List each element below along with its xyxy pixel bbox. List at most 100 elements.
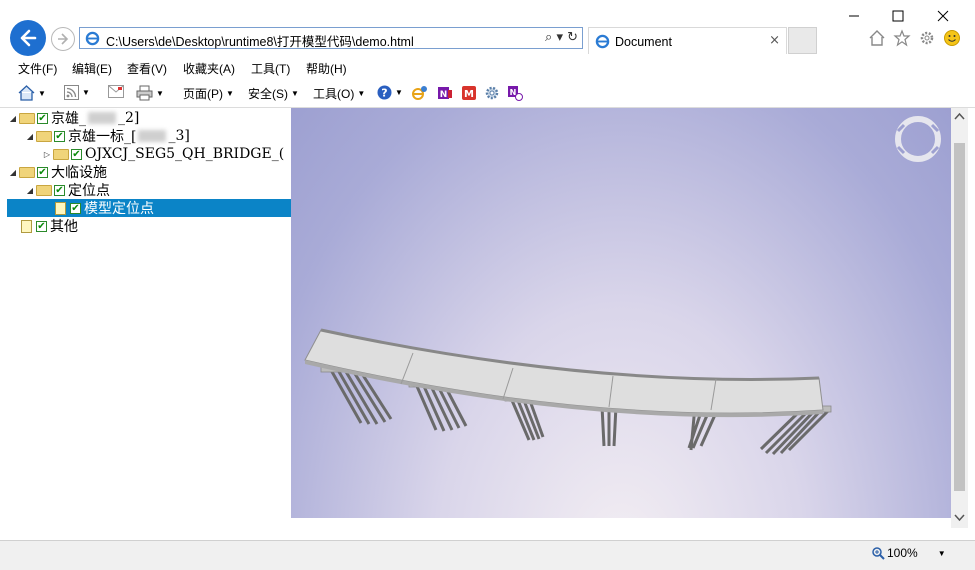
redacted-text <box>138 130 167 142</box>
zoom-icon <box>872 546 885 560</box>
tab-document[interactable]: Document × <box>588 27 787 54</box>
favorites-button[interactable] <box>891 27 913 49</box>
addon-m-button[interactable]: M <box>461 85 477 101</box>
back-button[interactable] <box>10 20 46 56</box>
onenote-button[interactable]: N <box>437 85 453 101</box>
viewer-bottom-gap <box>291 518 951 528</box>
window-edge <box>968 108 975 540</box>
mail-command[interactable] <box>108 85 124 98</box>
menu-bar: 文件(F) 编辑(E) 查看(V) 收藏夹(A) 工具(T) 帮助(H) <box>0 58 975 80</box>
folder-icon <box>53 148 69 160</box>
tree-node-label: 大临设施 <box>51 165 107 181</box>
addon-gear-button[interactable] <box>484 85 500 101</box>
tree-node-label: 模型定位点 <box>84 201 154 217</box>
tab-title: Document <box>615 35 672 49</box>
tree-node[interactable]: ◢ ✔ 京雄_ _2] <box>7 109 139 127</box>
ie-tab-icon <box>595 34 610 49</box>
tools-label: 工具(O) <box>313 87 355 101</box>
document-icon <box>55 201 66 215</box>
menu-file[interactable]: 文件(F) <box>18 60 57 77</box>
tree-node[interactable]: ▷ ✔ OJXCJ_SEG5_QH_BRIDGE_( <box>41 145 284 163</box>
bridge-model <box>304 116 941 456</box>
home-command[interactable]: ▼ <box>18 85 46 101</box>
checkbox[interactable]: ✔ <box>71 148 82 160</box>
menu-favorites[interactable]: 收藏夹(A) <box>183 60 235 77</box>
print-command[interactable]: ▼ <box>136 85 164 101</box>
safety-label: 安全(S) <box>248 87 288 101</box>
expanded-arrow-icon[interactable]: ◢ <box>24 132 36 141</box>
search-refresh-icons[interactable]: ⌕ ▾ ↻ <box>545 30 578 45</box>
tree-node-label: OJXCJ_SEG5_QH_BRIDGE_( <box>85 146 285 162</box>
close-icon <box>937 10 949 22</box>
menu-help[interactable]: 帮助(H) <box>306 60 347 77</box>
tree-node[interactable]: ✔ 其他 <box>19 217 78 235</box>
checkbox[interactable]: ✔ <box>36 220 47 232</box>
folder-icon <box>19 166 35 178</box>
rss-icon <box>64 85 79 100</box>
svg-text:?: ? <box>381 87 387 100</box>
tab-close-button[interactable]: × <box>769 33 780 48</box>
tools-command[interactable]: 工具(O) ▼ <box>313 85 365 102</box>
smiley-icon <box>944 30 960 46</box>
expanded-arrow-icon[interactable]: ◢ <box>7 114 19 123</box>
onenote-linked-button[interactable]: N <box>507 85 523 101</box>
tree-node-label: 京雄一标_[ <box>68 129 137 145</box>
tree-node-label-suffix: _3] <box>168 128 190 144</box>
forward-button[interactable] <box>51 27 75 51</box>
folder-icon <box>36 130 52 142</box>
vertical-scrollbar[interactable] <box>951 108 968 528</box>
menu-view[interactable]: 查看(V) <box>127 60 167 77</box>
star-icon <box>893 29 911 47</box>
command-bar: ▼ ▼ ▼ 页面(P) ▼ 安全(S) ▼ 工具(O) ▼ ? ▼ N M N <box>0 80 975 107</box>
ie-addon-button[interactable] <box>411 85 428 101</box>
page-command[interactable]: 页面(P) ▼ <box>183 85 234 102</box>
checkbox[interactable]: ✔ <box>54 184 65 196</box>
tree-node-label: 其他 <box>50 219 78 235</box>
feedback-button[interactable] <box>941 27 963 49</box>
tree-node-label: 定位点 <box>68 183 110 199</box>
tree-node-label: 京雄_ <box>51 111 86 127</box>
settings-button[interactable] <box>916 27 938 49</box>
view-navigation-icon[interactable] <box>895 116 941 162</box>
tree-node[interactable]: ◢ ✔ 定位点 <box>24 181 110 199</box>
tree-node[interactable]: ◢ ✔ 京雄一标_[ _3] <box>24 127 190 145</box>
home-button[interactable] <box>866 27 888 49</box>
zoom-control[interactable]: 100% ▼ <box>872 546 946 560</box>
help-command[interactable]: ? ▼ <box>377 85 403 100</box>
onenote-linked-icon: N <box>508 86 523 101</box>
tree-node-selected[interactable]: ✔ 模型定位点 <box>7 199 291 217</box>
checkbox[interactable]: ✔ <box>54 130 65 142</box>
gear-icon <box>485 86 499 100</box>
tree-node[interactable]: ◢ ✔ 大临设施 <box>7 163 107 181</box>
feeds-command[interactable]: ▼ <box>64 85 90 100</box>
minimize-button[interactable] <box>831 2 877 30</box>
new-tab-button[interactable] <box>788 27 817 54</box>
maximize-icon <box>892 10 904 22</box>
expanded-arrow-icon[interactable]: ◢ <box>7 168 19 177</box>
onenote-icon: N <box>438 87 452 100</box>
safety-command[interactable]: 安全(S) ▼ <box>248 85 299 102</box>
forward-arrow-icon <box>58 33 69 45</box>
address-bar[interactable]: C:\Users\de\Desktop\runtime8\打开模型代码\demo… <box>79 27 583 49</box>
page-label: 页面(P) <box>183 87 223 101</box>
back-arrow-icon <box>20 29 37 47</box>
menu-tools[interactable]: 工具(T) <box>251 60 290 77</box>
checkbox[interactable]: ✔ <box>37 166 48 178</box>
folder-icon <box>36 184 52 196</box>
mail-icon <box>108 85 124 98</box>
help-icon: ? <box>377 85 392 100</box>
close-window-button[interactable] <box>920 2 966 30</box>
checkbox[interactable]: ✔ <box>37 112 48 124</box>
collapsed-arrow-icon[interactable]: ▷ <box>41 150 53 159</box>
menu-edit[interactable]: 编辑(E) <box>72 60 112 77</box>
address-url[interactable]: C:\Users\de\Desktop\runtime8\打开模型代码\demo… <box>106 31 414 50</box>
status-bar: 100% ▼ <box>0 540 975 570</box>
checkbox[interactable]: ✔ <box>70 202 81 214</box>
redacted-text <box>88 112 116 124</box>
maximize-button[interactable] <box>875 2 921 30</box>
printer-icon <box>136 85 153 101</box>
3d-viewport[interactable] <box>291 108 951 518</box>
expanded-arrow-icon[interactable]: ◢ <box>24 186 36 195</box>
ie-page-icon <box>85 31 100 46</box>
zoom-dropdown-arrow-icon[interactable]: ▼ <box>938 549 946 558</box>
